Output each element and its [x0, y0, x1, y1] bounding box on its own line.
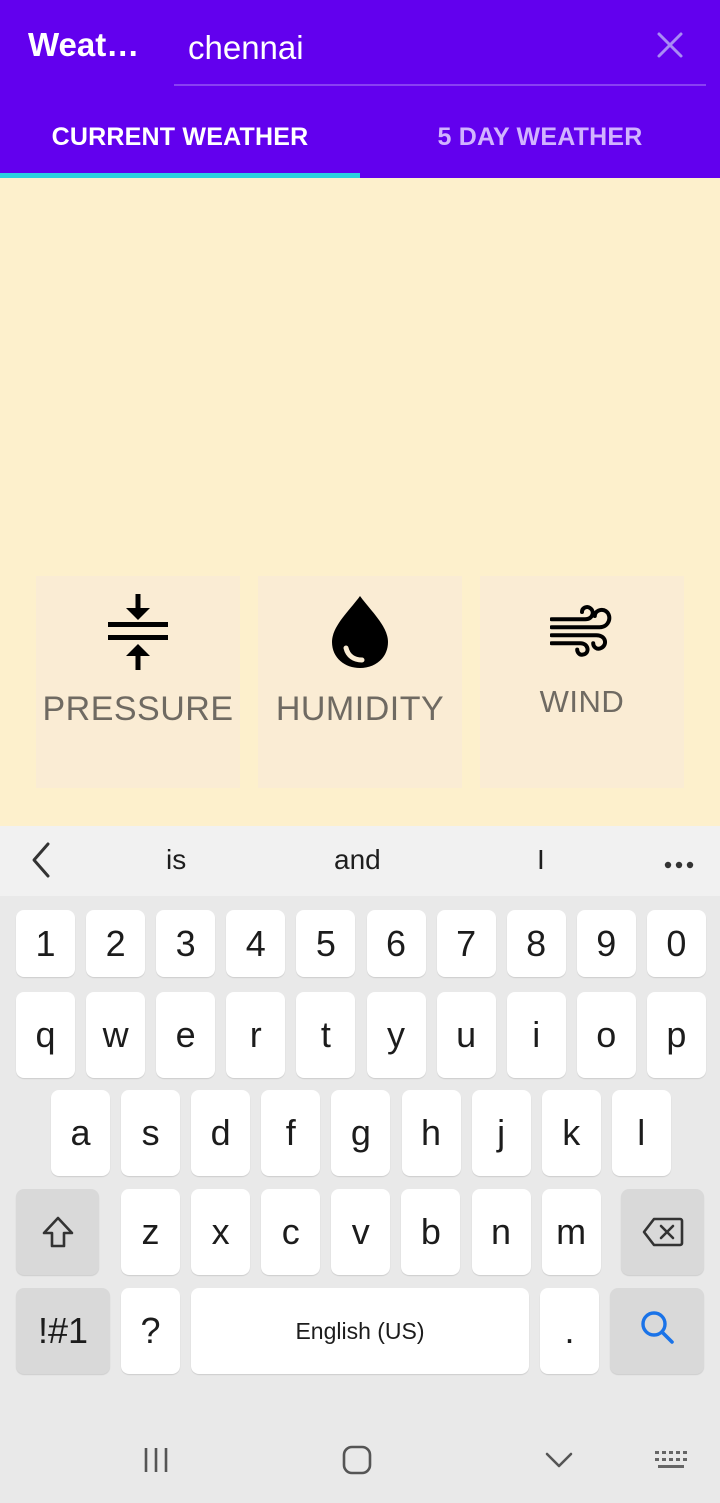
letter-key-t[interactable]: t: [296, 992, 356, 1078]
letter-key-g[interactable]: g: [331, 1090, 391, 1176]
humidity-label: HUMIDITY: [275, 690, 445, 728]
search-key[interactable]: [610, 1288, 704, 1374]
letter-key-c[interactable]: c: [261, 1189, 321, 1275]
letter-key-x[interactable]: x: [191, 1189, 251, 1275]
suggestion-word[interactable]: is: [166, 844, 186, 876]
letter-key-z[interactable]: z: [121, 1189, 180, 1275]
chevron-left-icon[interactable]: [26, 840, 56, 880]
more-icon[interactable]: [664, 856, 694, 869]
backspace-key[interactable]: [621, 1189, 704, 1275]
app-title: Weat…: [28, 26, 140, 63]
letter-key-a[interactable]: a: [51, 1090, 110, 1176]
search-bar[interactable]: [174, 14, 706, 86]
letter-key-q[interactable]: q: [16, 992, 75, 1078]
keyboard-switch-icon[interactable]: [654, 1450, 690, 1475]
letter-key-u[interactable]: u: [436, 992, 496, 1078]
suggestion-word[interactable]: I: [537, 844, 545, 876]
letter-key-m[interactable]: m: [541, 1189, 601, 1275]
number-key-1[interactable]: 1: [16, 910, 75, 977]
wind-card[interactable]: WIND: [480, 576, 684, 788]
letter-key-b[interactable]: b: [401, 1189, 461, 1275]
suggestion-bar: is and I: [0, 826, 720, 896]
wind-label: WIND: [539, 684, 625, 719]
pressure-icon: [106, 592, 170, 672]
number-key-4[interactable]: 4: [226, 910, 286, 977]
number-key-9[interactable]: 9: [576, 910, 636, 977]
pressure-label: PRESSURE: [42, 690, 234, 728]
search-input[interactable]: [188, 24, 628, 72]
number-key-5[interactable]: 5: [296, 910, 356, 977]
letter-key-w[interactable]: w: [86, 992, 146, 1078]
tab-5-day-weather[interactable]: 5 DAY WEATHER: [360, 96, 720, 178]
letter-key-i[interactable]: i: [506, 992, 566, 1078]
letter-key-p[interactable]: p: [646, 992, 706, 1078]
shift-key[interactable]: [16, 1189, 99, 1275]
number-key-0[interactable]: 0: [646, 910, 706, 977]
letter-key-f[interactable]: f: [261, 1090, 321, 1176]
tab-bar: CURRENT WEATHER 5 DAY WEATHER: [0, 96, 720, 178]
number-key-2[interactable]: 2: [86, 910, 146, 977]
letter-key-h[interactable]: h: [401, 1090, 461, 1176]
pressure-card[interactable]: PRESSURE: [36, 576, 240, 788]
letter-key-e[interactable]: e: [156, 992, 216, 1078]
app-bar: Weat… CURRENT WEATHER 5 DAY WEATHER: [0, 0, 720, 178]
number-key-6[interactable]: 6: [366, 910, 426, 977]
number-key-7[interactable]: 7: [436, 910, 496, 977]
tab-indicator: [0, 173, 360, 178]
letter-key-j[interactable]: j: [471, 1090, 531, 1176]
letter-key-o[interactable]: o: [576, 992, 636, 1078]
letter-key-v[interactable]: v: [331, 1189, 391, 1275]
system-nav-bar: [0, 1412, 720, 1503]
letter-key-s[interactable]: s: [121, 1090, 181, 1176]
number-key-8[interactable]: 8: [506, 910, 566, 977]
hide-keyboard-icon[interactable]: [544, 1450, 574, 1475]
home-icon[interactable]: [342, 1445, 372, 1480]
letter-key-r[interactable]: r: [226, 992, 286, 1078]
water-drop-icon: [328, 592, 392, 672]
recent-apps-icon[interactable]: [142, 1446, 170, 1479]
tab-current-weather[interactable]: CURRENT WEATHER: [0, 96, 360, 178]
suggestion-word[interactable]: and: [334, 844, 381, 876]
letter-key-d[interactable]: d: [191, 1090, 251, 1176]
close-icon[interactable]: [652, 27, 688, 63]
number-key-3[interactable]: 3: [156, 910, 216, 977]
letter-key-n[interactable]: n: [471, 1189, 531, 1275]
search-icon: [638, 1308, 676, 1355]
soft-keyboard: is and I !#1 ? English (US) . 1234567890…: [0, 826, 720, 1503]
letter-key-l[interactable]: l: [611, 1090, 671, 1176]
period-key[interactable]: .: [540, 1288, 599, 1374]
humidity-card[interactable]: HUMIDITY: [258, 576, 462, 788]
question-key[interactable]: ?: [121, 1288, 180, 1374]
letter-key-k[interactable]: k: [541, 1090, 601, 1176]
weather-cards: PRESSURE HUMIDITY WIND: [36, 576, 684, 788]
space-key[interactable]: English (US): [191, 1288, 529, 1374]
wind-icon: [550, 592, 614, 672]
symbols-key[interactable]: !#1: [16, 1288, 110, 1374]
letter-key-y[interactable]: y: [366, 992, 426, 1078]
